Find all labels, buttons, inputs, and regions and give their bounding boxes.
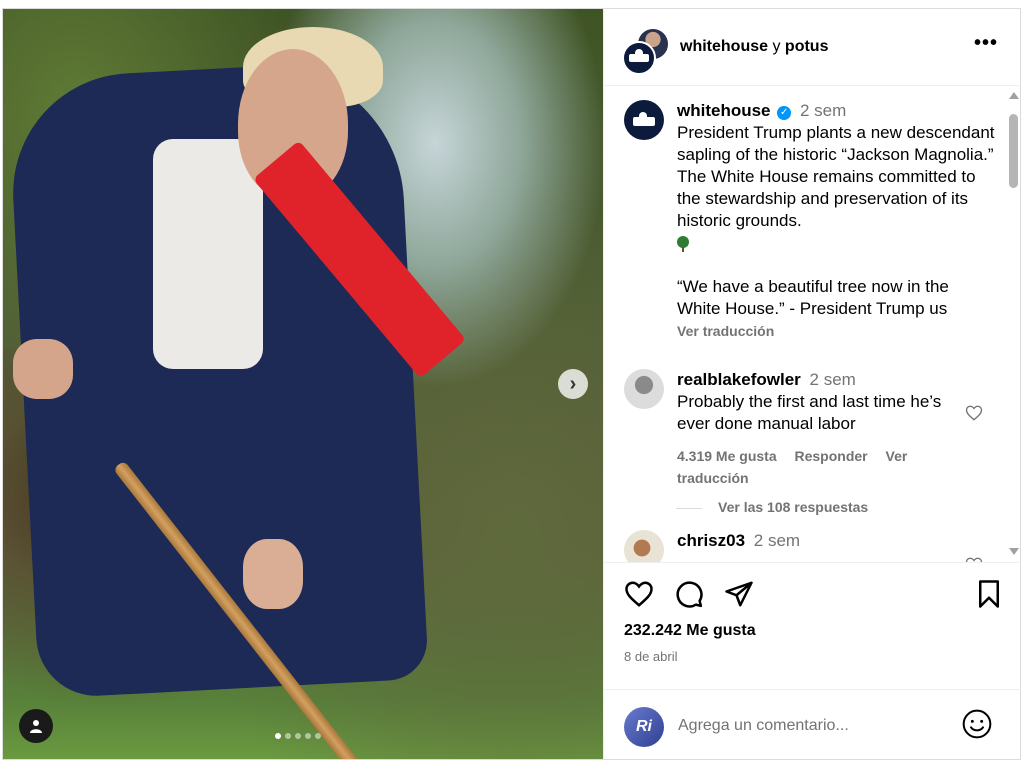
post-header: whitehouse y potus ••• bbox=[604, 9, 1021, 86]
tagged-users-button[interactable] bbox=[19, 709, 53, 743]
comment-item: realblakefowler 2 sem Probably the first… bbox=[677, 369, 957, 489]
like-heart-icon[interactable] bbox=[624, 579, 654, 609]
comment-username[interactable]: realblakefowler bbox=[677, 370, 801, 389]
comment-input[interactable] bbox=[676, 712, 950, 740]
post-action-bar bbox=[604, 565, 1021, 625]
comments-list[interactable]: whitehouse ✓ 2 sem President Trump plant… bbox=[604, 86, 1021, 563]
carousel-dot bbox=[305, 733, 311, 739]
carousel-dot bbox=[275, 733, 281, 739]
comment-username[interactable]: chrisz03 bbox=[677, 531, 745, 550]
photo-hand-left bbox=[13, 339, 73, 399]
author-connector: y bbox=[772, 38, 781, 55]
verified-badge-icon: ✓ bbox=[777, 106, 792, 120]
whitehouse-logo-icon bbox=[633, 112, 655, 126]
comment-item: chrisz03 2 sem bbox=[677, 530, 997, 552]
scroll-down-arrow-icon[interactable] bbox=[1009, 548, 1019, 555]
caption-username[interactable]: whitehouse bbox=[677, 101, 771, 120]
carousel-dot bbox=[285, 733, 291, 739]
carousel-indicators bbox=[275, 733, 321, 739]
share-send-icon[interactable] bbox=[724, 579, 754, 609]
add-comment-bar: Ri bbox=[604, 689, 1021, 760]
author-link-potus[interactable]: potus bbox=[785, 38, 829, 55]
comment-time[interactable]: 2 sem bbox=[810, 370, 856, 389]
post-dialog: › whitehouse y potus ••• whitehouse ✓ 2 … bbox=[2, 8, 1021, 760]
comment-bubble-icon[interactable] bbox=[674, 579, 704, 609]
post-authors: whitehouse y potus bbox=[680, 38, 828, 56]
carousel-next-button[interactable]: › bbox=[558, 369, 588, 399]
scroll-up-arrow-icon[interactable] bbox=[1009, 92, 1019, 99]
post-photo[interactable]: › bbox=[3, 9, 603, 759]
reply-button[interactable]: Responder bbox=[795, 448, 868, 464]
post-date[interactable]: 8 de abril bbox=[624, 649, 677, 664]
whitehouse-logo-icon bbox=[629, 49, 649, 62]
caption-avatar[interactable] bbox=[624, 100, 664, 140]
post-likes-count[interactable]: 232.242 Me gusta bbox=[624, 622, 756, 640]
comment-likes-count[interactable]: 4.319 Me gusta bbox=[677, 448, 777, 464]
caption-quote: “We have a beautiful tree now in the Whi… bbox=[677, 277, 949, 318]
carousel-dot bbox=[295, 733, 301, 739]
collab-avatars[interactable] bbox=[622, 27, 670, 75]
chevron-right-icon: › bbox=[569, 372, 577, 395]
whitehouse-avatar[interactable] bbox=[622, 41, 656, 75]
save-bookmark-icon[interactable] bbox=[974, 579, 1004, 609]
post-side-panel: whitehouse y potus ••• whitehouse ✓ 2 se… bbox=[603, 9, 1021, 759]
comment-text: Probably the first and last time he’s ev… bbox=[677, 392, 942, 433]
carousel-dot bbox=[315, 733, 321, 739]
caption-text: President Trump plants a new descendant … bbox=[677, 123, 995, 230]
author-link-whitehouse[interactable]: whitehouse bbox=[680, 38, 768, 55]
commenter-avatar[interactable] bbox=[624, 530, 664, 562]
photo-hand-right bbox=[243, 539, 303, 609]
view-replies-button[interactable]: Ver las 108 respuestas bbox=[676, 499, 868, 515]
comment-heart-icon[interactable] bbox=[965, 556, 983, 563]
scrollbar-thumb[interactable] bbox=[1009, 114, 1018, 188]
emoji-smiley-icon[interactable] bbox=[961, 708, 993, 740]
tree-emoji-icon bbox=[677, 236, 689, 252]
more-options-button[interactable]: ••• bbox=[974, 32, 998, 55]
caption: whitehouse ✓ 2 sem President Trump plant… bbox=[677, 100, 997, 342]
comment-actions: 4.319 Me gusta Responder Ver traducción bbox=[677, 445, 957, 489]
photo-shirt bbox=[153, 139, 263, 369]
comments-scrollbar[interactable] bbox=[1006, 92, 1020, 558]
user-icon bbox=[30, 720, 42, 733]
caption-translate-link[interactable]: Ver traducción bbox=[677, 323, 774, 339]
caption-time[interactable]: 2 sem bbox=[800, 101, 846, 120]
comment-time[interactable]: 2 sem bbox=[754, 531, 800, 550]
commenter-avatar[interactable] bbox=[624, 369, 664, 409]
comment-heart-icon[interactable] bbox=[965, 404, 983, 422]
current-user-avatar[interactable]: Ri bbox=[624, 707, 664, 747]
